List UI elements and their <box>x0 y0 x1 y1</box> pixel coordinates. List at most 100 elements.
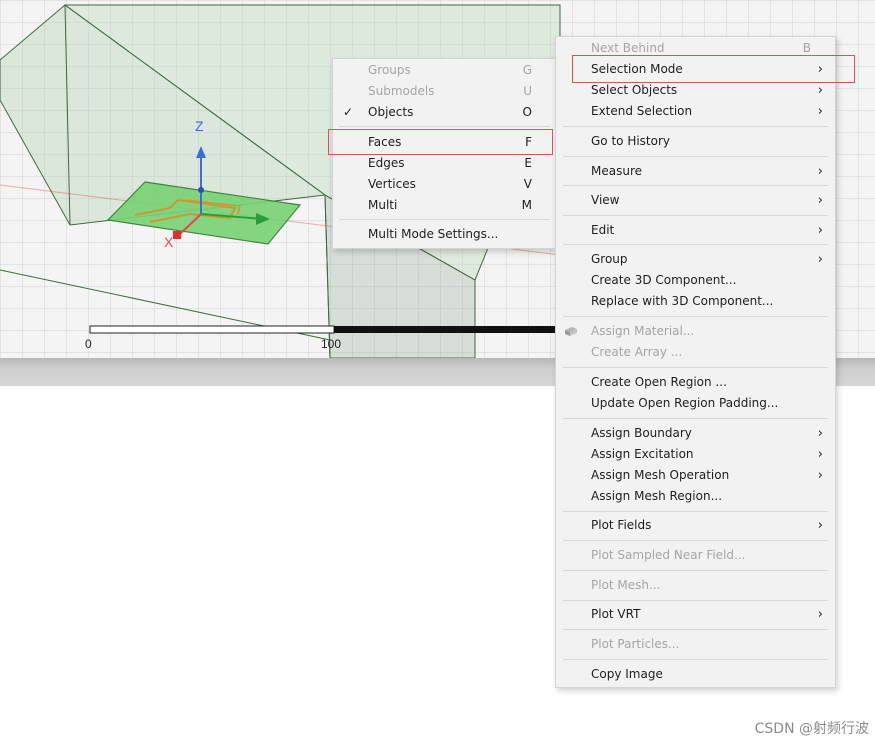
check-icon: ✓ <box>343 105 354 119</box>
menu-separator <box>563 185 828 186</box>
menu-separator <box>563 126 828 127</box>
shortcut-key: G <box>522 63 532 77</box>
menu-item-extend-selection[interactable]: Extend Selection › <box>556 101 835 122</box>
menu-item-label: Objects <box>368 105 414 119</box>
menu-item-vertices[interactable]: Vertices V <box>333 174 556 195</box>
menu-item-assign-mesh-operation[interactable]: Assign Mesh Operation › <box>556 465 835 486</box>
menu-separator <box>339 219 550 220</box>
menu-separator <box>563 244 828 245</box>
menu-item-label: Plot Mesh... <box>591 578 661 592</box>
menu-item-update-open-region-padding[interactable]: Update Open Region Padding... <box>556 393 835 414</box>
menu-separator <box>563 156 828 157</box>
menu-item-label: Extend Selection <box>591 104 693 118</box>
menu-item-label: Plot Fields <box>591 518 652 532</box>
z-axis-label: Z <box>195 118 204 134</box>
menu-item-label: Edit <box>591 223 615 237</box>
menu-item-assign-boundary[interactable]: Assign Boundary › <box>556 423 835 444</box>
menu-item-group[interactable]: Group › <box>556 249 835 270</box>
chevron-right-icon: › <box>817 607 823 622</box>
chevron-right-icon: › <box>817 104 823 119</box>
menu-item-assign-mesh-region[interactable]: Assign Mesh Region... <box>556 486 835 507</box>
menu-item-assign-excitation[interactable]: Assign Excitation › <box>556 444 835 465</box>
menu-item-edit[interactable]: Edit › <box>556 220 835 241</box>
menu-item-create-3d-component[interactable]: Create 3D Component... <box>556 270 835 291</box>
menu-separator <box>563 511 828 512</box>
selection-mode-highlight-box <box>572 55 855 83</box>
menu-item-objects[interactable]: ✓ Objects O <box>333 102 556 123</box>
menu-item-label: Create Array ... <box>591 345 683 359</box>
shortcut-key: O <box>522 105 532 119</box>
faces-highlight-box <box>328 129 553 155</box>
menu-item-label: Plot Sampled Near Field... <box>591 548 746 562</box>
menu-item-plot-fields[interactable]: Plot Fields › <box>556 515 835 536</box>
material-icon <box>565 327 577 336</box>
menu-item-label: View <box>591 193 620 207</box>
menu-item-view[interactable]: View › <box>556 190 835 211</box>
menu-item-plot-mesh: Plot Mesh... <box>556 575 835 596</box>
shortcut-key: U <box>523 84 532 98</box>
chevron-right-icon: › <box>817 252 823 267</box>
menu-item-multi-mode-settings[interactable]: Multi Mode Settings... <box>333 224 556 245</box>
menu-item-label: Assign Mesh Operation <box>591 468 730 482</box>
chevron-right-icon: › <box>817 164 823 179</box>
menu-item-label: Select Objects <box>591 83 678 97</box>
shortcut-key: E <box>524 156 532 170</box>
menu-item-label: Assign Boundary <box>591 426 692 440</box>
menu-item-label: Assign Excitation <box>591 447 694 461</box>
menu-item-submodels: Submodels U <box>333 81 556 102</box>
scale-bar-white <box>89 325 335 334</box>
menu-item-select-objects[interactable]: Select Objects › <box>556 80 835 101</box>
menu-separator <box>563 629 828 630</box>
menu-separator <box>563 418 828 419</box>
menu-item-label: Assign Mesh Region... <box>591 489 723 503</box>
menu-item-label: Vertices <box>368 177 416 191</box>
menu-separator <box>563 600 828 601</box>
menu-item-edges[interactable]: Edges E <box>333 153 556 174</box>
chevron-right-icon: › <box>817 223 823 238</box>
chevron-right-icon: › <box>817 518 823 533</box>
menu-separator <box>339 126 550 127</box>
menu-item-plot-vrt[interactable]: Plot VRT › <box>556 604 835 625</box>
menu-item-label: Go to History <box>591 134 671 148</box>
menu-item-label: Groups <box>368 63 411 77</box>
menu-item-label: Plot Particles... <box>591 637 680 651</box>
scale-start-label: 0 <box>85 337 92 351</box>
menu-separator <box>563 540 828 541</box>
shortcut-key: V <box>523 177 532 191</box>
menu-item-label: Replace with 3D Component... <box>591 294 774 308</box>
menu-separator <box>563 316 828 317</box>
menu-item-copy-image[interactable]: Copy Image <box>556 664 835 685</box>
menu-item-label: Group <box>591 252 628 266</box>
scale-end-label: 100 <box>321 337 342 351</box>
menu-item-label: Update Open Region Padding... <box>591 396 779 410</box>
chevron-right-icon: › <box>817 193 823 208</box>
menu-item-label: Copy Image <box>591 667 663 681</box>
menu-item-go-to-history[interactable]: Go to History <box>556 131 835 152</box>
menu-item-create-open-region[interactable]: Create Open Region ... <box>556 372 835 393</box>
x-axis-handle <box>173 231 181 239</box>
menu-item-replace-with-3d-component[interactable]: Replace with 3D Component... <box>556 291 835 312</box>
chevron-right-icon: › <box>817 426 823 441</box>
chevron-right-icon: › <box>817 447 823 462</box>
menu-item-measure[interactable]: Measure › <box>556 161 835 182</box>
menu-item-label: Measure <box>591 164 642 178</box>
menu-separator <box>563 659 828 660</box>
menu-item-label: Submodels <box>368 84 435 98</box>
shortcut-key: M <box>521 198 532 212</box>
menu-item-create-array: Create Array ... <box>556 342 835 363</box>
menu-item-label: Multi Mode Settings... <box>368 227 499 241</box>
menu-separator <box>563 215 828 216</box>
menu-item-label: Create Open Region ... <box>591 375 727 389</box>
menu-item-label: Create 3D Component... <box>591 273 737 287</box>
menu-separator <box>563 570 828 571</box>
menu-item-label: Assign Material... <box>591 324 695 338</box>
menu-item-multi[interactable]: Multi M <box>333 195 556 216</box>
menu-item-plot-particles: Plot Particles... <box>556 634 835 655</box>
chevron-right-icon: › <box>817 83 823 98</box>
menu-item-label: Edges <box>368 156 405 170</box>
menu-item-groups: Groups G <box>333 60 556 81</box>
menu-separator <box>563 367 828 368</box>
chevron-right-icon: › <box>817 468 823 483</box>
scale-bar-black <box>334 326 560 333</box>
menu-item-label: Plot VRT <box>591 607 641 621</box>
